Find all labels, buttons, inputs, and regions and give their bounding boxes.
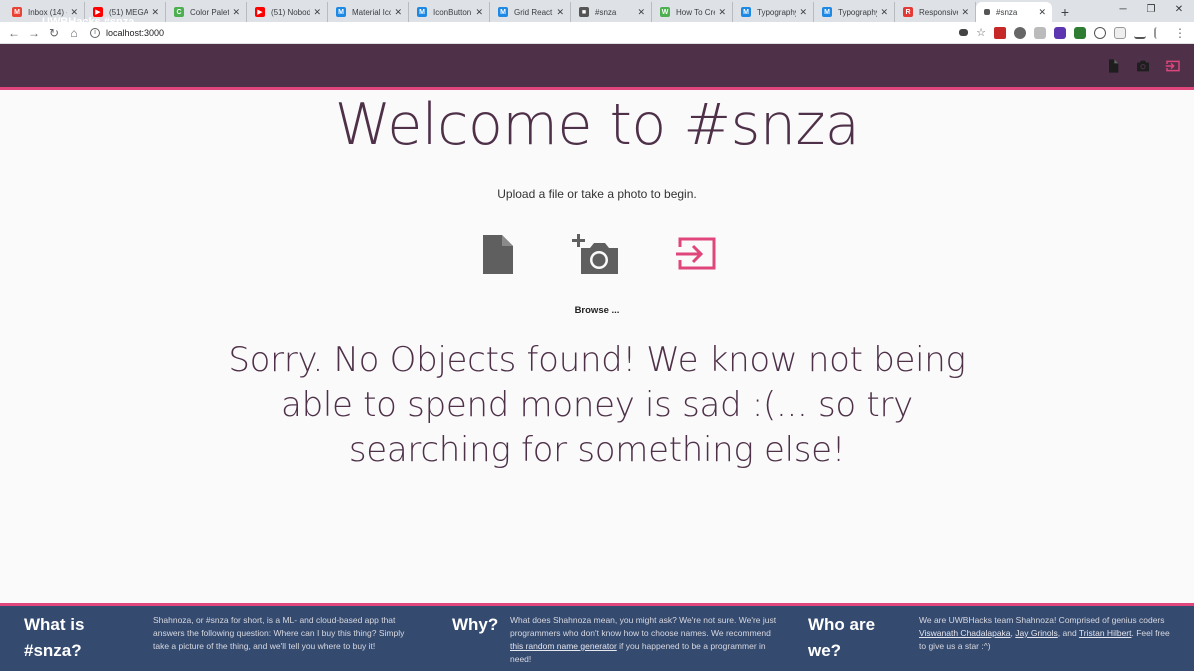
extension-list-icon[interactable] bbox=[1134, 27, 1146, 39]
file-icon[interactable] bbox=[478, 232, 518, 276]
browser-tabstrip: MInbox (14) -✕▶(51) MEGALI✕CColor Palett… bbox=[0, 0, 1194, 22]
extension-purple-icon[interactable] bbox=[1054, 26, 1066, 39]
minimize-button[interactable]: ─ bbox=[1108, 0, 1138, 18]
colorpalette-icon: C bbox=[174, 7, 184, 17]
star-icon[interactable]: ☆ bbox=[976, 26, 986, 39]
extension-shield-icon[interactable] bbox=[994, 26, 1006, 39]
tab-label: How To Crea bbox=[676, 7, 716, 17]
tab-active[interactable]: #snza ✕ bbox=[976, 2, 1052, 22]
viswanath-link[interactable]: Viswanath Chadalapaka bbox=[919, 628, 1011, 638]
close-icon[interactable]: ✕ bbox=[799, 7, 807, 18]
close-icon[interactable]: ✕ bbox=[232, 7, 240, 18]
input-icon[interactable] bbox=[1165, 58, 1181, 74]
material-ui-icon: M bbox=[741, 7, 751, 17]
back-icon[interactable]: ← bbox=[4, 23, 24, 43]
camera-indicator-icon[interactable] bbox=[959, 29, 969, 36]
responsive-icon: R bbox=[903, 7, 913, 17]
browser-tab[interactable]: W How To Crea✕ bbox=[652, 2, 733, 22]
browser-tab[interactable]: M Grid React - ✕ bbox=[490, 2, 571, 22]
forward-icon[interactable]: → bbox=[24, 23, 44, 43]
close-icon[interactable]: ✕ bbox=[718, 7, 726, 18]
no-objects-message: Sorry. No Objects found! We know not bei… bbox=[228, 340, 966, 470]
extension-circle-icon[interactable] bbox=[1014, 26, 1026, 39]
name-generator-link[interactable]: this random name generator bbox=[510, 641, 617, 651]
extension-grid-icon[interactable] bbox=[1034, 26, 1046, 39]
menu-icon[interactable]: ⋮ bbox=[1174, 26, 1186, 40]
tab-label: Responsive bbox=[919, 7, 959, 17]
file-icon[interactable] bbox=[1105, 58, 1121, 74]
material-ui-icon: M bbox=[336, 7, 346, 17]
tab-label: #snza bbox=[996, 7, 1018, 17]
extension-pen-icon[interactable] bbox=[1154, 26, 1166, 39]
extension-clock-icon[interactable] bbox=[1094, 26, 1106, 39]
tab-label: #snza bbox=[595, 7, 617, 17]
close-icon[interactable]: ✕ bbox=[880, 7, 888, 18]
tab-label: IconButton - bbox=[433, 7, 473, 17]
close-icon[interactable]: ✕ bbox=[1038, 7, 1046, 18]
youtube-icon: ▶ bbox=[255, 7, 265, 17]
extension-box-icon[interactable] bbox=[1114, 26, 1126, 39]
restore-button[interactable]: ❐ bbox=[1136, 0, 1166, 18]
who-text: We are UWBHacks team Shahnoza! Comprised… bbox=[919, 614, 1177, 653]
why-text: What does Shahnoza mean, you might ask? … bbox=[510, 614, 786, 666]
jay-link[interactable]: Jay Grinols bbox=[1015, 628, 1058, 638]
page-icon bbox=[984, 9, 990, 15]
close-icon[interactable]: ✕ bbox=[637, 7, 645, 18]
browser-tab[interactable]: ■ #snza ✕ bbox=[571, 2, 652, 22]
window-close-button[interactable]: ✕ bbox=[1164, 0, 1194, 18]
app-title: UWBHacks #snza bbox=[42, 16, 135, 28]
browser-tab[interactable]: M Material Icon✕ bbox=[328, 2, 409, 22]
close-icon[interactable]: ✕ bbox=[394, 7, 402, 18]
why-heading: Why? bbox=[452, 615, 499, 634]
browser-tab[interactable]: M IconButton - ✕ bbox=[409, 2, 490, 22]
input-icon[interactable] bbox=[676, 232, 718, 276]
subtitle: Upload a file or take a photo to begin. bbox=[497, 187, 697, 201]
add-photo-icon[interactable] bbox=[572, 232, 620, 276]
close-icon[interactable]: ✕ bbox=[556, 7, 564, 18]
why-text-part: What does Shahnoza mean, you might ask? … bbox=[510, 615, 777, 638]
close-icon[interactable]: ✕ bbox=[475, 7, 483, 18]
new-tab-button[interactable]: + bbox=[1052, 2, 1078, 22]
material-ui-icon: M bbox=[498, 7, 508, 17]
info-icon[interactable]: i bbox=[90, 27, 100, 38]
app-header bbox=[0, 44, 1194, 88]
who-heading: Who are we? bbox=[808, 615, 876, 660]
who-text-part: We are UWBHacks team Shahnoza! Comprised… bbox=[919, 615, 1165, 625]
header-accent-bar bbox=[0, 87, 1194, 90]
browser-tab[interactable]: ▶ (51) Nobody✕ bbox=[247, 2, 328, 22]
tristan-link[interactable]: Tristan Hilbert bbox=[1079, 628, 1132, 638]
w3schools-icon: W bbox=[660, 7, 670, 17]
gmail-icon: M bbox=[12, 7, 22, 17]
tab-label: Typography bbox=[838, 7, 878, 17]
tab-label: Color Palette bbox=[190, 7, 230, 17]
tab-label: Material Icon bbox=[352, 7, 392, 17]
what-text: Shahnoza, or #snza for short, is a ML- a… bbox=[153, 615, 405, 651]
address-bar[interactable]: i localhost:3000 bbox=[84, 23, 955, 43]
browser-toolbar: ← → ↻ ⌂ i localhost:3000 ☆ ⋮ bbox=[0, 22, 1194, 44]
browse-label[interactable]: Browse ... bbox=[0, 305, 1194, 316]
what-heading: What is #snza? bbox=[24, 615, 85, 660]
camera-icon[interactable] bbox=[1135, 58, 1151, 74]
url-text: localhost:3000 bbox=[106, 27, 165, 38]
tab-label: (51) Nobody bbox=[271, 7, 311, 17]
who-text-part: , and bbox=[1057, 628, 1079, 638]
page-icon: ■ bbox=[579, 7, 589, 17]
browser-tab[interactable]: R Responsive ✕ bbox=[895, 2, 976, 22]
tab-label: Grid React - bbox=[514, 7, 554, 17]
browser-tab[interactable]: C Color Palette✕ bbox=[166, 2, 247, 22]
close-icon[interactable]: ✕ bbox=[151, 7, 159, 18]
material-ui-icon: M bbox=[822, 7, 832, 17]
close-icon[interactable]: ✕ bbox=[313, 7, 321, 18]
browser-tab[interactable]: M Typography ✕ bbox=[733, 2, 814, 22]
material-ui-icon: M bbox=[417, 7, 427, 17]
browser-tab[interactable]: M Typography ✕ bbox=[814, 2, 895, 22]
welcome-heading: Welcome to #snza bbox=[334, 92, 860, 158]
tab-label: Typography bbox=[757, 7, 797, 17]
extension-green-icon[interactable] bbox=[1074, 26, 1086, 39]
close-icon[interactable]: ✕ bbox=[961, 7, 969, 18]
